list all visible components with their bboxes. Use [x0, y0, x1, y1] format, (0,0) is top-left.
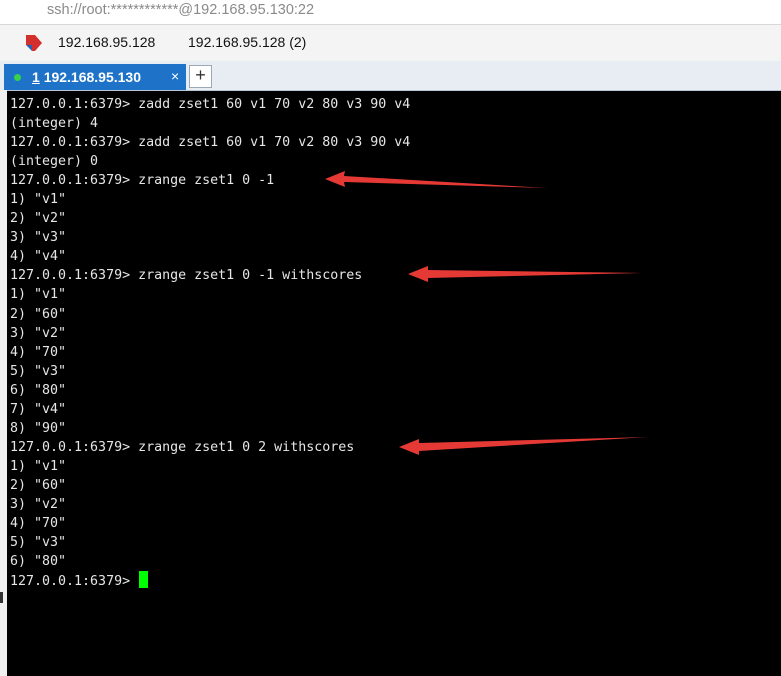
close-icon[interactable]: ×	[171, 68, 179, 84]
address-bar[interactable]: ssh://root:************@192.168.95.130:2…	[0, 0, 781, 25]
annotation-arrow	[408, 266, 642, 282]
tab-bar: 1 192.168.95.130 × +	[0, 61, 781, 91]
tab-number: 1	[32, 69, 40, 85]
annotation-arrows	[325, 171, 648, 455]
window-edge	[0, 90, 7, 676]
session-bar: 192.168.95.128 192.168.95.128 (2)	[0, 25, 781, 61]
annotation-arrow	[325, 171, 547, 188]
red-arrow-icon	[26, 35, 42, 51]
address-text[interactable]: ssh://root:************@192.168.95.130:2…	[47, 2, 314, 18]
tab-host: 192.168.95.130	[43, 69, 142, 85]
session-item[interactable]: 192.168.95.128 (2)	[188, 34, 306, 50]
terminal[interactable]: 127.0.0.1:6379> zadd zset1 60 v1 70 v2 8…	[7, 91, 781, 676]
green-dot-icon	[14, 74, 21, 81]
tab-label: 1 192.168.95.130	[32, 69, 141, 85]
session-item[interactable]: 192.168.95.128	[58, 34, 155, 50]
tab-session-active[interactable]: 1 192.168.95.130 ×	[4, 64, 186, 90]
window-edge-mark	[0, 592, 3, 603]
add-tab-button[interactable]: +	[189, 65, 212, 88]
annotation-arrow	[399, 437, 648, 455]
